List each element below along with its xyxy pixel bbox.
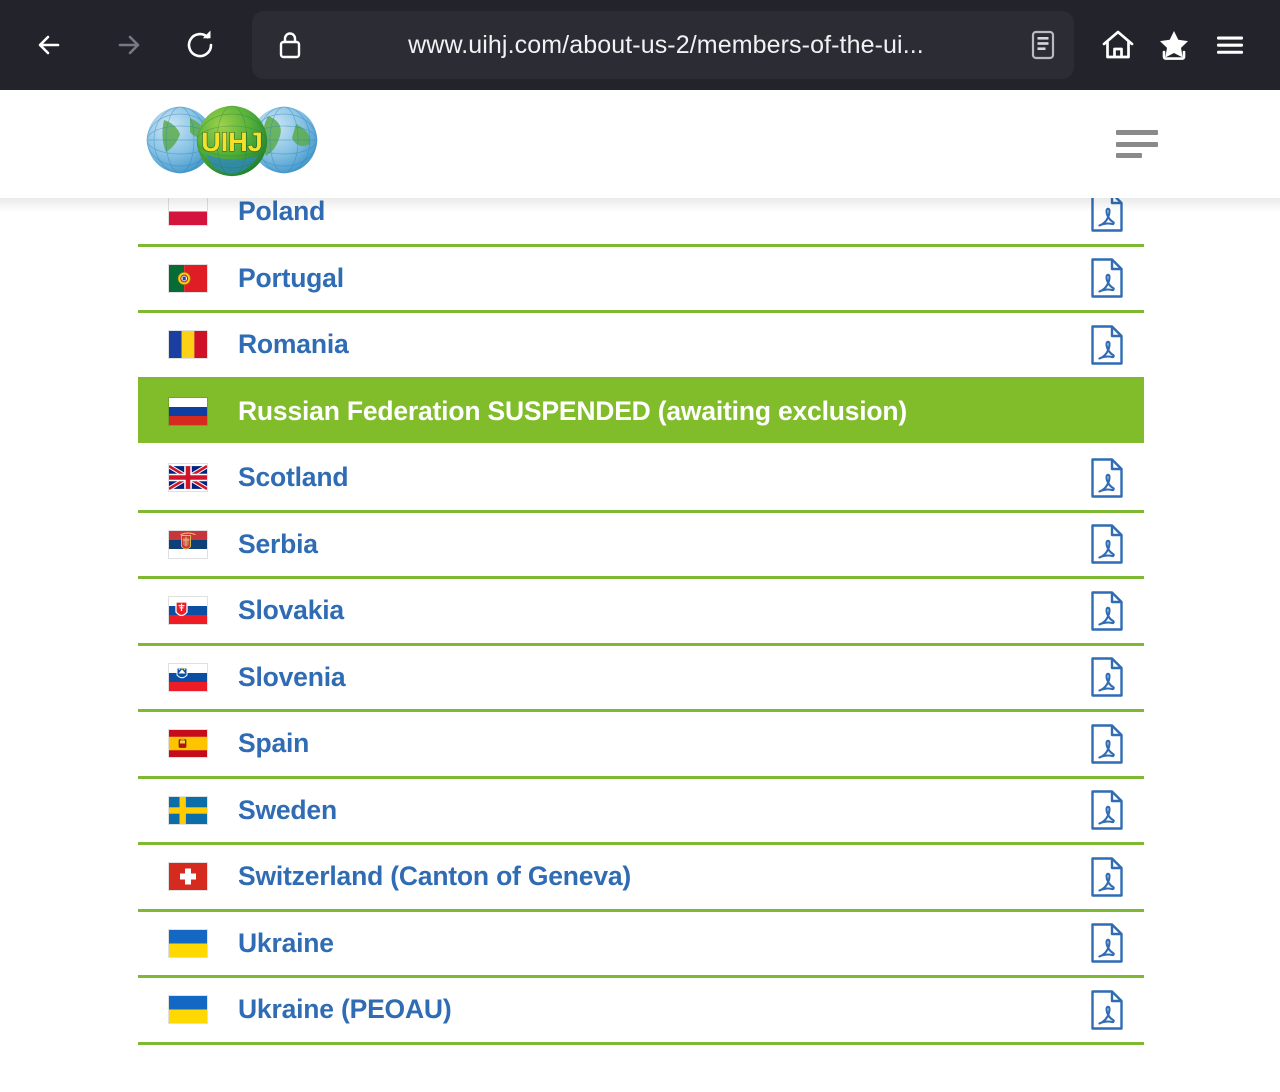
- country-link[interactable]: Portugal: [238, 263, 1078, 294]
- ukraine-flag: [169, 996, 207, 1024]
- country-link[interactable]: Slovakia: [238, 595, 1078, 626]
- hamburger-menu-icon: [1217, 36, 1243, 54]
- switzerland-flag: [169, 863, 207, 891]
- bookmark-star-icon: [1160, 31, 1188, 60]
- reload-icon: [187, 30, 213, 58]
- member-row[interactable]: Ukraine (PEOAU): [138, 978, 1144, 1045]
- member-row[interactable]: Portugal: [138, 246, 1144, 313]
- home-icon: [1102, 30, 1134, 59]
- pdf-icon: [1091, 458, 1123, 498]
- ukraine-flag: [169, 929, 207, 957]
- slovenia-flag: [169, 663, 207, 691]
- sweden-flag: [169, 796, 207, 824]
- pdf-icon: [1091, 325, 1123, 365]
- poland-flag: [169, 198, 207, 226]
- back-arrow-icon: [38, 35, 60, 55]
- page-content: Poland Portugal Romania Russian Federation …: [0, 90, 1280, 1092]
- pdf-icon: [1091, 923, 1123, 963]
- pdf-icon: [1091, 857, 1123, 897]
- pdf-icon: [1091, 657, 1123, 697]
- url-text: www.uihj.com/about-us-2/members-of-the-u…: [408, 30, 924, 59]
- logo-text: UIHJ: [201, 127, 263, 157]
- pdf-icon: [1091, 258, 1123, 298]
- bookmark-button[interactable]: [1146, 17, 1202, 73]
- member-row[interactable]: Switzerland (Canton of Geneva): [138, 845, 1144, 912]
- member-row[interactable]: Russian Federation SUSPENDED (awaiting e…: [138, 379, 1144, 446]
- pdf-placeholder: [1078, 389, 1136, 433]
- browser-menu-button[interactable]: [1202, 17, 1258, 73]
- pdf-download-link[interactable]: [1078, 522, 1136, 566]
- pdf-download-link[interactable]: [1078, 988, 1136, 1032]
- site-header: UIHJ: [0, 90, 1280, 198]
- country-link[interactable]: Scotland: [238, 462, 1078, 493]
- russia-flag: [169, 397, 207, 425]
- country-link[interactable]: Russian Federation SUSPENDED (awaiting e…: [238, 396, 1078, 427]
- pdf-icon: [1091, 591, 1123, 631]
- country-link[interactable]: Ukraine: [238, 928, 1078, 959]
- reader-mode-icon[interactable]: [1026, 27, 1060, 63]
- country-link[interactable]: Romania: [238, 329, 1078, 360]
- home-button[interactable]: [1090, 17, 1146, 73]
- pdf-icon: [1091, 524, 1123, 564]
- pdf-download-link[interactable]: [1078, 456, 1136, 500]
- member-row[interactable]: Spain: [138, 712, 1144, 779]
- pdf-download-link[interactable]: [1078, 855, 1136, 899]
- pdf-icon: [1091, 990, 1123, 1030]
- country-link[interactable]: Sweden: [238, 795, 1078, 826]
- pdf-icon: [1091, 724, 1123, 764]
- menu-line-1: [1116, 130, 1158, 135]
- spain-flag: [169, 730, 207, 758]
- pdf-download-link[interactable]: [1078, 722, 1136, 766]
- uihj-globe-logo[interactable]: UIHJ: [136, 104, 328, 178]
- scotland-flag: [169, 464, 207, 492]
- member-row[interactable]: Ukraine: [138, 911, 1144, 978]
- browser-toolbar: www.uihj.com/about-us-2/members-of-the-u…: [0, 0, 1280, 90]
- forward-arrow-icon: [118, 35, 140, 55]
- member-row[interactable]: Romania: [138, 313, 1144, 380]
- forward-button[interactable]: [98, 17, 154, 73]
- member-row[interactable]: Slovakia: [138, 579, 1144, 646]
- romania-flag: [169, 331, 207, 359]
- pdf-download-link[interactable]: [1078, 788, 1136, 832]
- member-row[interactable]: Slovenia: [138, 645, 1144, 712]
- member-row[interactable]: Sweden: [138, 778, 1144, 845]
- pdf-download-link[interactable]: [1078, 921, 1136, 965]
- country-link[interactable]: Ukraine (PEOAU): [238, 994, 1078, 1025]
- url-bar[interactable]: www.uihj.com/about-us-2/members-of-the-u…: [252, 11, 1074, 79]
- country-link[interactable]: Slovenia: [238, 662, 1078, 693]
- pdf-download-link[interactable]: [1078, 323, 1136, 367]
- country-link[interactable]: Spain: [238, 728, 1078, 759]
- slovakia-flag: [169, 597, 207, 625]
- serbia-flag: [169, 530, 207, 558]
- member-list: Poland Portugal Romania Russian Federation …: [138, 180, 1144, 1045]
- pdf-icon: [1091, 790, 1123, 830]
- member-row[interactable]: Serbia: [138, 512, 1144, 579]
- menu-line-3: [1116, 153, 1142, 158]
- reload-button[interactable]: [172, 17, 228, 73]
- country-link[interactable]: Poland: [238, 196, 1078, 227]
- pdf-download-link[interactable]: [1078, 589, 1136, 633]
- menu-line-2: [1116, 141, 1158, 147]
- portugal-flag: [169, 264, 207, 292]
- lock-icon: [274, 28, 306, 62]
- back-button[interactable]: [24, 17, 80, 73]
- member-row[interactable]: Scotland: [138, 446, 1144, 513]
- pdf-download-link[interactable]: [1078, 256, 1136, 300]
- site-menu-toggle[interactable]: [1116, 130, 1158, 158]
- pdf-download-link[interactable]: [1078, 655, 1136, 699]
- country-link[interactable]: Serbia: [238, 529, 1078, 560]
- country-link[interactable]: Switzerland (Canton of Geneva): [238, 861, 1078, 892]
